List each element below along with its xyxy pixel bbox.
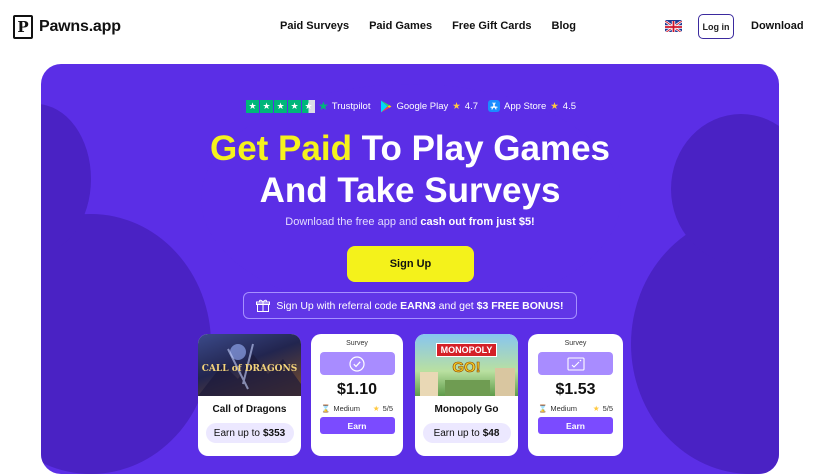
headline-accent: Get Paid: [209, 129, 352, 168]
nav-blog[interactable]: Blog: [552, 20, 576, 32]
main-menu: Paid Surveys Paid Games Free Gift Cards …: [280, 20, 576, 32]
star-icon: ★: [592, 404, 600, 413]
trustpilot-badge[interactable]: ★ ★ ★ ★ ★ ★ Trustpilot: [246, 99, 370, 113]
app-store-label: App Store: [504, 100, 547, 112]
brand-logo[interactable]: P Pawns.app: [13, 15, 121, 39]
game-title: Call of Dragons: [212, 404, 287, 415]
google-play-badge[interactable]: Google Play ★ 4.7: [380, 100, 478, 113]
background-blob: [41, 214, 211, 474]
survey-image: [319, 352, 395, 375]
survey-card[interactable]: Survey $1.53 ⌛ Medium ★ 5/5 Earn: [528, 334, 623, 456]
top-navigation: P Pawns.app Paid Surveys Paid Games Free…: [0, 0, 820, 54]
game-image: CALL of DRAGONS: [198, 334, 301, 396]
logo-icon: P: [13, 15, 33, 39]
earn-up-to-badge: Earn up to $48: [422, 423, 511, 443]
survey-meta: ⌛ Medium ★ 5/5: [538, 404, 613, 413]
nav-paid-surveys[interactable]: Paid Surveys: [280, 20, 349, 32]
brand-name: Pawns.app: [39, 18, 121, 35]
google-play-icon: [381, 100, 392, 112]
app-store-icon: [488, 100, 500, 112]
game-card-monopoly-go[interactable]: MONOPOLY GO! Monopoly Go Earn up to $48: [415, 334, 518, 456]
checkmark-circle-icon: [349, 355, 365, 372]
earn-button[interactable]: Earn: [538, 417, 613, 434]
hourglass-icon: ⌛: [321, 404, 331, 413]
survey-card[interactable]: Survey $1.10 ⌛ Medium ★ 5/5 Earn: [311, 334, 403, 456]
survey-amount: $1.53: [555, 381, 596, 398]
star-icon: ★: [452, 100, 461, 112]
nav-paid-games[interactable]: Paid Games: [369, 20, 432, 32]
survey-meta: ⌛ Medium ★ 5/5: [321, 404, 393, 413]
rating-badges: ★ ★ ★ ★ ★ ★ Trustpilot Google Play ★ 4.7 App…: [246, 99, 576, 113]
survey-label: Survey: [346, 340, 368, 347]
survey-image: [538, 352, 613, 375]
headline-line2: And Take Surveys: [259, 171, 561, 210]
hero-subtitle: Download the free app and cash out from …: [41, 216, 779, 228]
game-image: MONOPOLY GO!: [415, 334, 518, 396]
hero-section: ★ ★ ★ ★ ★ ★ Trustpilot Google Play ★ 4.7 App…: [41, 64, 779, 474]
uk-flag-icon[interactable]: [665, 20, 682, 32]
game-art-text: CALL of DRAGONS: [201, 364, 298, 374]
referral-text: Sign Up with referral code EARN3 and get…: [276, 299, 564, 312]
earn-up-to-badge: Earn up to $353: [205, 423, 294, 443]
hero-headline: Get Paid To Play Games And Take Surveys: [41, 128, 779, 212]
game-art-text: MONOPOLY GO!: [415, 340, 518, 376]
nav-free-gift-cards[interactable]: Free Gift Cards: [452, 20, 531, 32]
google-play-label: Google Play: [396, 100, 449, 112]
google-play-rating: 4.7: [464, 100, 478, 112]
download-link[interactable]: Download: [751, 20, 804, 32]
gift-icon: [256, 299, 271, 312]
referral-banner[interactable]: Sign Up with referral code EARN3 and get…: [243, 292, 577, 319]
game-title: Monopoly Go: [434, 404, 499, 415]
trustpilot-label: Trustpilot: [331, 100, 371, 112]
star-icon: ★: [372, 404, 380, 413]
survey-screen-icon: [566, 356, 585, 371]
trustpilot-stars-icon: ★ ★ ★ ★ ★: [246, 99, 315, 113]
signup-button[interactable]: Sign Up: [347, 246, 474, 282]
hourglass-icon: ⌛: [538, 404, 548, 413]
survey-amount: $1.10: [336, 381, 378, 398]
subtitle-bold: cash out from just $5!: [420, 216, 535, 228]
survey-label: Survey: [564, 340, 587, 347]
app-store-badge[interactable]: App Store ★ 4.5: [488, 100, 576, 112]
star-icon: ★: [550, 100, 559, 112]
app-store-rating: 4.5: [562, 100, 576, 112]
login-button[interactable]: Log in: [698, 14, 734, 39]
trustpilot-star-icon: ★: [318, 99, 329, 113]
subtitle-text: Download the free app and: [285, 216, 421, 228]
game-card-call-of-dragons[interactable]: CALL of DRAGONS Call of Dragons Earn up …: [198, 334, 301, 456]
headline-rest: To Play Games: [351, 129, 611, 168]
earn-button[interactable]: Earn: [319, 417, 395, 434]
